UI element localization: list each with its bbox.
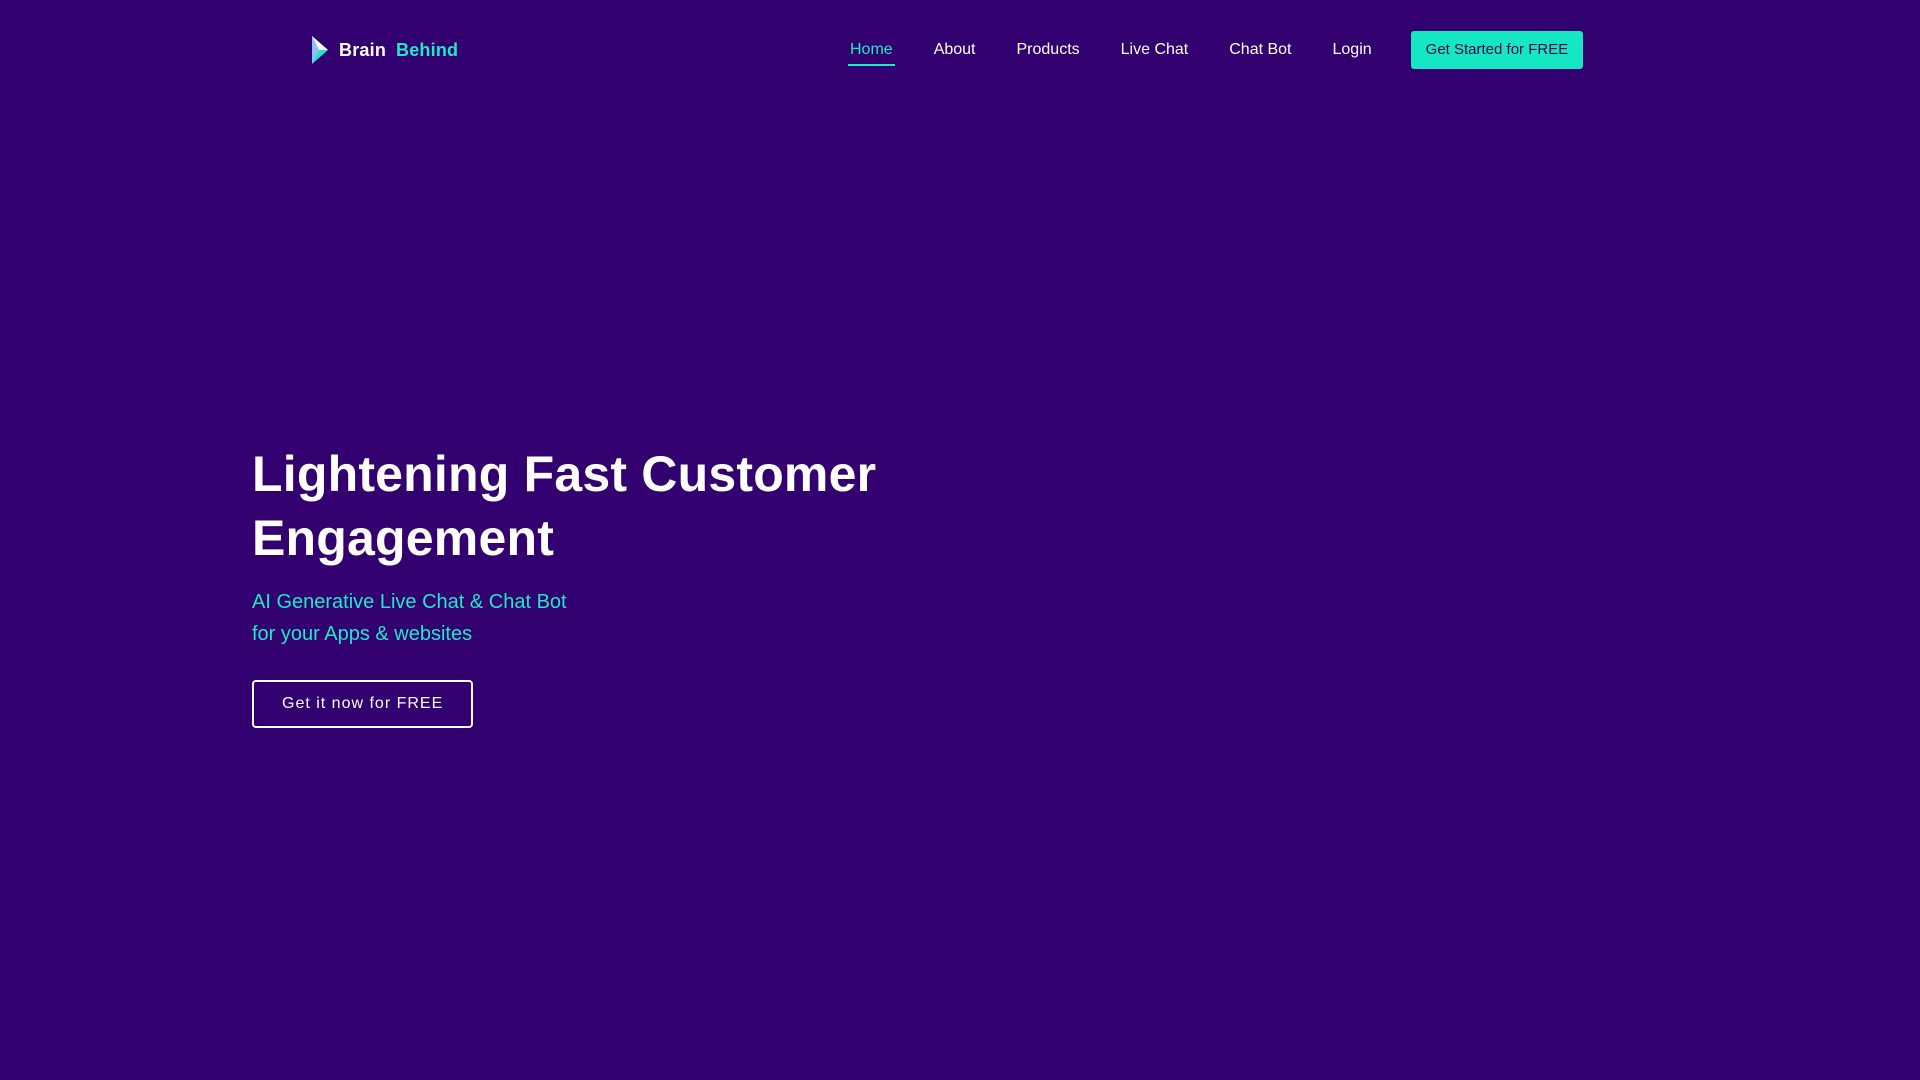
nav-item-products[interactable]: Products (1017, 30, 1080, 70)
play-triangle-logo-icon (312, 36, 328, 64)
nav-item-login[interactable]: Login (1333, 30, 1372, 70)
main-nav: Home About Products Live Chat Chat Bot L… (848, 30, 1584, 70)
hero-title-line-2: Engagement (252, 510, 555, 566)
site-header: Brain Behind Home About Products Live Ch… (0, 0, 1920, 100)
hero-subtitle-line-2: for your Apps & websites (252, 623, 473, 645)
nav-item-about[interactable]: About (934, 30, 976, 70)
get-it-now-button[interactable]: Get it now for FREE (252, 680, 474, 728)
hero-subtitle-line-1: AI Generative Live Chat & Chat Bot (252, 591, 567, 613)
brand-name-primary: Brain (339, 39, 387, 60)
hero-section: Lightening Fast Customer Engagement AI G… (252, 442, 1052, 728)
landing-page: Brain Behind Home About Products Live Ch… (0, 0, 1920, 1080)
get-started-button[interactable]: Get Started for FREE (1410, 31, 1584, 69)
hero-title-line-1: Lightening Fast Customer (252, 446, 877, 502)
nav-item-home[interactable]: Home (848, 30, 895, 70)
brand-logo-link[interactable]: Brain Behind (310, 34, 458, 66)
hero-subtitle: AI Generative Live Chat & Chat Bot for y… (252, 586, 672, 650)
brand-name-secondary: Behind (396, 39, 459, 60)
nav-item-live-chat[interactable]: Live Chat (1121, 30, 1189, 70)
hero-title: Lightening Fast Customer Engagement (252, 442, 1052, 570)
nav-item-chat-bot[interactable]: Chat Bot (1229, 30, 1291, 70)
